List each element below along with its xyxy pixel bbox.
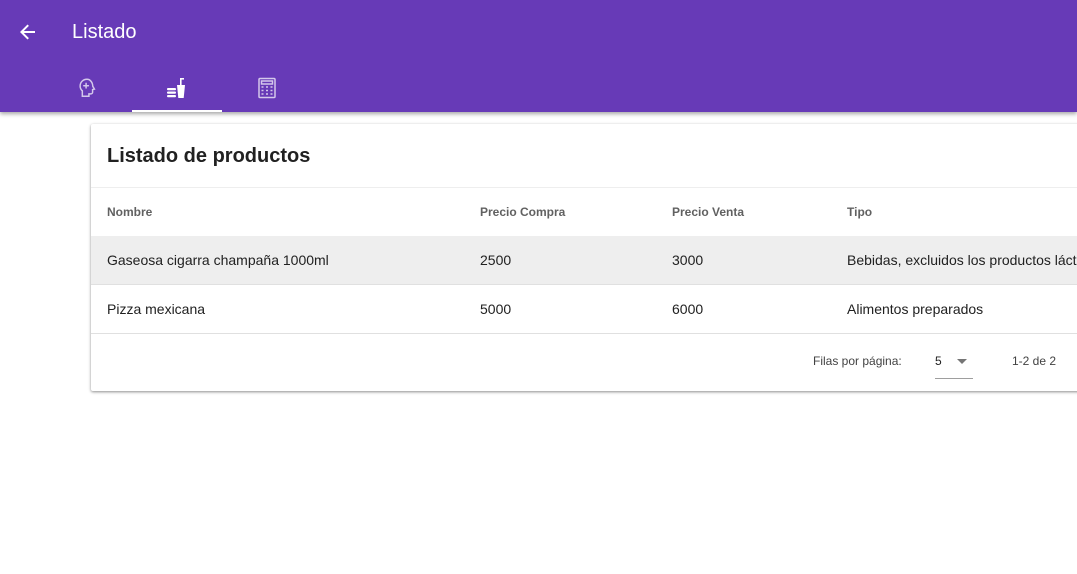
app-bar: Listado [0, 0, 1077, 112]
table-header: Nombre Precio Compra Precio Venta Tipo [91, 187, 1077, 237]
table-row[interactable]: Gaseosa cigarra champaña 1000ml 2500 300… [91, 236, 1077, 285]
calculator-icon [258, 77, 276, 99]
food-drink-icon [167, 78, 185, 98]
column-header-nombre[interactable]: Nombre [107, 188, 152, 236]
cell-precio-compra: 2500 [480, 252, 512, 268]
arrow-left-icon [20, 24, 35, 40]
column-header-tipo[interactable]: Tipo [847, 188, 872, 236]
cell-precio-venta: 3000 [672, 252, 704, 268]
tab-bar [42, 64, 312, 112]
column-header-precio-venta[interactable]: Precio Venta [672, 188, 744, 236]
card-title: Listado de productos [107, 145, 311, 167]
cell-precio-compra: 5000 [480, 301, 512, 317]
head-plus-icon [79, 78, 96, 97]
dropdown-arrow-icon [957, 359, 967, 364]
column-header-precio-compra[interactable]: Precio Compra [480, 188, 565, 236]
tab-clients[interactable] [42, 64, 132, 112]
tab-sales[interactable] [222, 64, 312, 112]
rows-per-page-select[interactable]: 5 [935, 348, 973, 379]
rows-per-page-label: Filas por página: [813, 354, 902, 368]
table-row[interactable]: Pizza mexicana 5000 6000 Alimentos prepa… [91, 285, 1077, 334]
products-card: Listado de productos Nombre Precio Compr… [91, 124, 1077, 391]
pagination-range: 1-2 de 2 [1012, 354, 1057, 368]
cell-tipo: Bebidas, excluidos los productos lácteos [847, 252, 1077, 268]
cell-nombre: Gaseosa cigarra champaña 1000ml [107, 252, 329, 268]
back-button[interactable] [12, 16, 44, 48]
cell-tipo: Alimentos preparados [847, 301, 984, 317]
cell-nombre: Pizza mexicana [107, 301, 206, 317]
cell-precio-venta: 6000 [672, 301, 704, 317]
rows-per-page-value: 5 [935, 354, 942, 368]
tab-products[interactable] [132, 64, 222, 112]
page-title: Listado [72, 21, 137, 43]
